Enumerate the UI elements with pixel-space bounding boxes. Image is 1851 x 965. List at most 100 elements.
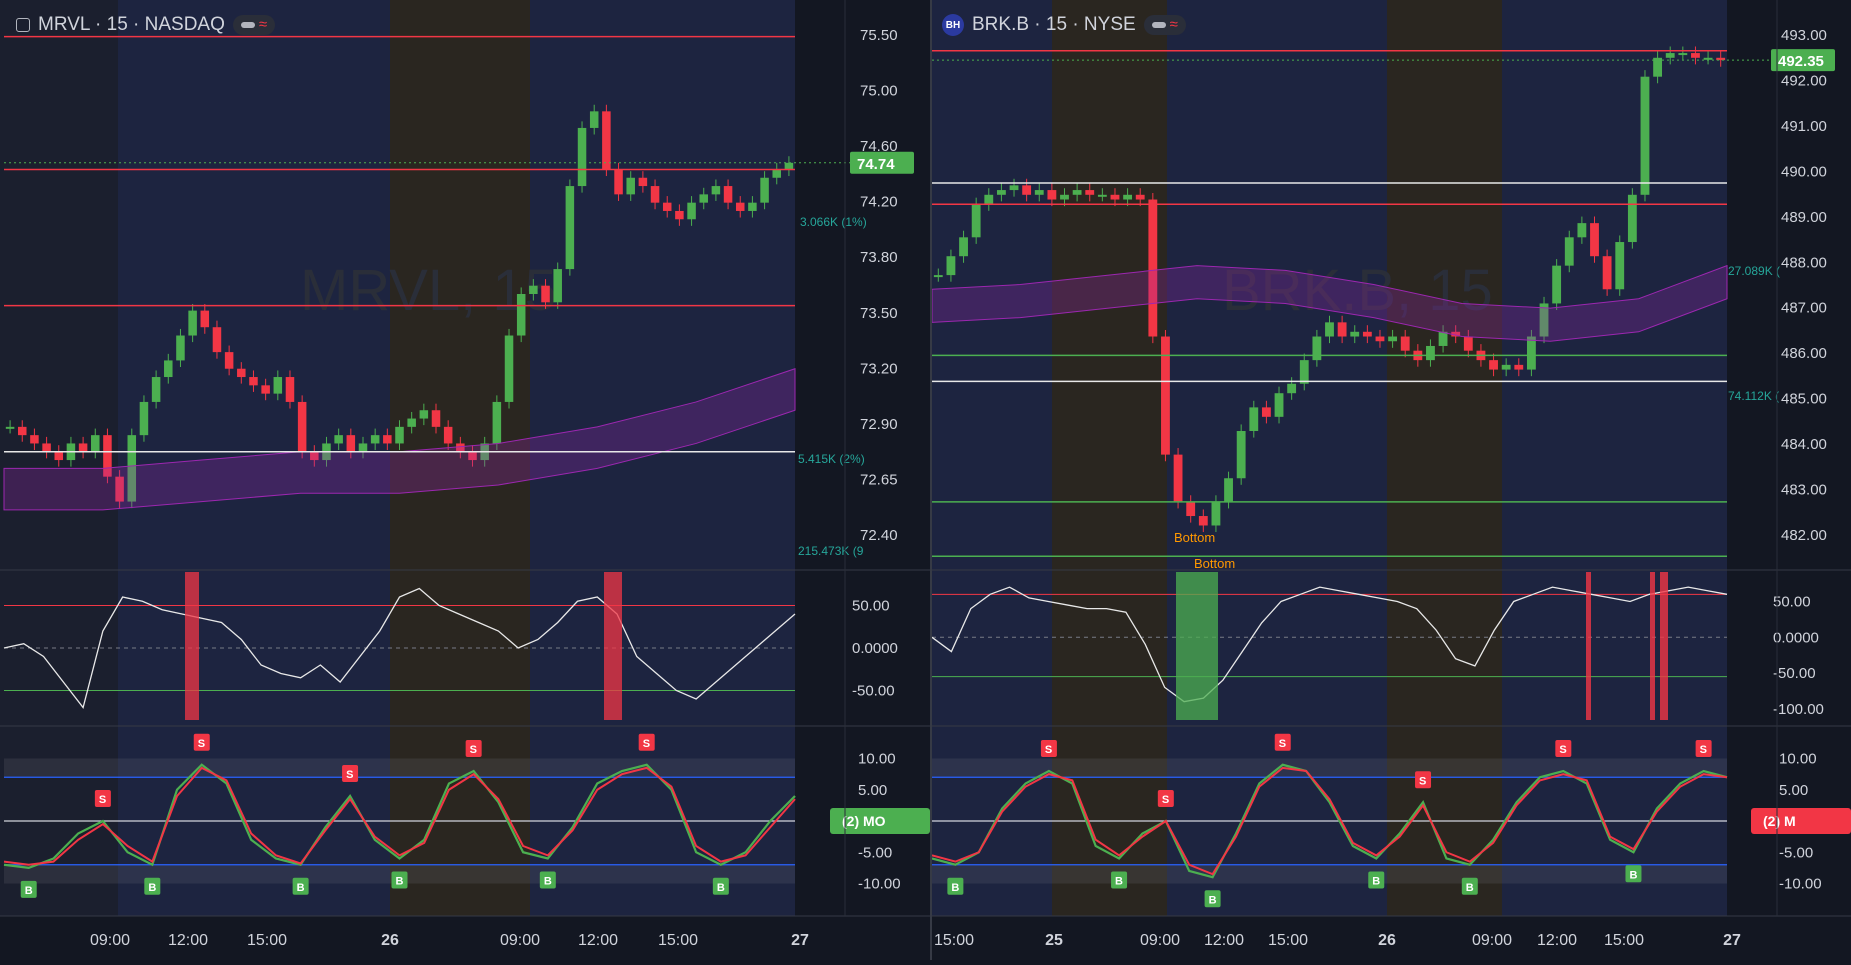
time-axis-label: 26 <box>1378 932 1396 949</box>
candle-body <box>1198 516 1208 526</box>
price-axis-label: 484.00 <box>1781 436 1827 453</box>
price-axis-label: 491.00 <box>1781 118 1827 135</box>
price-axis-label: 490.00 <box>1781 163 1827 180</box>
candle-body <box>650 186 660 203</box>
buy-signal-label: B <box>544 876 552 888</box>
candle-body <box>541 285 550 303</box>
candle-body <box>54 451 64 461</box>
wave-icon[interactable]: ≈ <box>1170 17 1178 32</box>
candle-body <box>1261 407 1271 417</box>
candle-body <box>1211 501 1221 526</box>
price-axis-label: 72.90 <box>860 416 898 433</box>
candle-body <box>553 269 562 303</box>
buy-signal-label: B <box>717 882 725 894</box>
oscillator-highlight-bar <box>1650 572 1655 720</box>
price-axis-label: 492.00 <box>1781 72 1827 89</box>
price-axis-label: 72.65 <box>860 471 898 488</box>
candle-body <box>675 210 684 220</box>
candle-body <box>17 426 27 436</box>
candle-body <box>1249 407 1259 431</box>
osc-axis-label: 0.0000 <box>852 640 898 657</box>
candle-body <box>723 186 733 203</box>
session-background <box>1387 0 1502 916</box>
candle-body <box>1097 194 1107 197</box>
osc-axis-label: -50.00 <box>1773 665 1816 682</box>
candle-body <box>370 435 380 444</box>
candle-body <box>358 443 368 452</box>
price-axis-label: 483.00 <box>1781 482 1827 499</box>
brkb-header-toggles[interactable]: ≈ <box>1143 15 1186 35</box>
last-price-value: 492.35 <box>1778 53 1824 70</box>
hide-icon[interactable] <box>1151 22 1166 28</box>
oscillator-highlight-bar <box>185 572 199 720</box>
candle-body <box>1590 223 1599 257</box>
volume-profile-label: 5.415K (2%) <box>798 452 865 466</box>
osc-axis-label: 0.0000 <box>1773 629 1819 646</box>
momentum-oversold-zone <box>932 864 1727 884</box>
momentum-axis-label: 5.00 <box>1779 782 1808 799</box>
candle-body <box>772 169 782 178</box>
candle-body <box>1678 53 1688 56</box>
mrvl-header[interactable]: MRVL · 15 · NASDAQ ≈ <box>16 14 276 36</box>
brkb-chart-svg[interactable]: BRK.B, 1527.089K (74.112K (BottomBottom4… <box>931 0 1851 960</box>
candle-body <box>1009 185 1019 191</box>
candle-body <box>346 435 356 452</box>
price-axis-label: 72.40 <box>860 527 898 544</box>
candle-body <box>1287 383 1297 394</box>
candle-body <box>1186 501 1196 517</box>
price-axis-label: 486.00 <box>1781 345 1827 362</box>
osc-axis-label: -50.00 <box>852 683 895 700</box>
candle-body <box>589 111 599 128</box>
candle-body <box>1085 190 1095 195</box>
oscillator-highlight-bar <box>1660 572 1668 720</box>
brkb-header[interactable]: BH BRK.B · 15 · NYSE ≈ <box>942 14 1186 36</box>
mrvl-title[interactable]: MRVL · 15 · NASDAQ <box>38 14 225 36</box>
candle-body <box>1312 336 1322 361</box>
momentum-axis-label: 10.00 <box>1779 751 1817 768</box>
candle-body <box>1552 265 1562 304</box>
candle-body <box>1691 53 1700 58</box>
chart-panel-brkb[interactable]: BRK.B, 1527.089K (74.112K (BottomBottom4… <box>931 0 1851 960</box>
time-axis-label: 25 <box>1045 932 1063 949</box>
candle-body <box>577 127 587 187</box>
candle-body <box>383 435 392 444</box>
candle-body <box>164 360 173 378</box>
candle-body <box>748 202 757 211</box>
candle-body <box>42 443 51 452</box>
sell-signal-label: S <box>346 769 353 781</box>
candle-body <box>1161 336 1170 455</box>
buy-signal-label: B <box>1629 869 1637 881</box>
dual-chart-layout: MRVL, 15 3.066K (1%) 5.415K (2%) 215.473K (… <box>0 0 1851 960</box>
candle-body <box>984 194 994 205</box>
price-axis-label: 488.00 <box>1781 254 1827 271</box>
chart-panel-mrvl[interactable]: MRVL, 15 3.066K (1%) 5.415K (2%) 215.473K (… <box>0 0 930 960</box>
volume-profile-label: 27.089K ( <box>1728 264 1780 278</box>
buy-signal-label: B <box>25 885 33 897</box>
price-axis-label: 73.20 <box>860 360 898 377</box>
mrvl-header-toggles[interactable]: ≈ <box>232 15 276 35</box>
candle-body <box>1362 331 1372 337</box>
candle-body <box>200 310 210 328</box>
candle-body <box>1514 364 1524 370</box>
price-axis-label: 485.00 <box>1781 391 1827 408</box>
mrvl-chart-svg[interactable]: MRVL, 153.066K (1%)5.415K (2%)215.473K (… <box>0 0 930 960</box>
oscillator-highlight-bar <box>604 572 622 720</box>
time-axis-label: 15:00 <box>934 932 974 949</box>
brkb-title[interactable]: BRK.B · 15 · NYSE <box>972 14 1136 36</box>
candle-body <box>1564 237 1574 266</box>
candle-body <box>1489 360 1498 370</box>
candle-body <box>139 401 149 436</box>
price-axis-label: 73.50 <box>860 305 898 322</box>
price-axis-label: 489.00 <box>1781 209 1827 226</box>
time-axis-label: 15:00 <box>658 932 698 949</box>
momentum-axis-label: -5.00 <box>858 844 892 861</box>
candle-body <box>996 190 1006 195</box>
sell-signal-label: S <box>1045 744 1052 756</box>
momentum-axis-label: 10.00 <box>858 751 896 768</box>
osc-axis-label: 50.00 <box>1773 593 1811 610</box>
candle-body <box>431 410 441 427</box>
candle-body <box>529 285 538 294</box>
wave-icon[interactable]: ≈ <box>259 17 267 32</box>
price-axis-label: 482.00 <box>1781 527 1827 544</box>
hide-icon[interactable] <box>240 22 255 28</box>
